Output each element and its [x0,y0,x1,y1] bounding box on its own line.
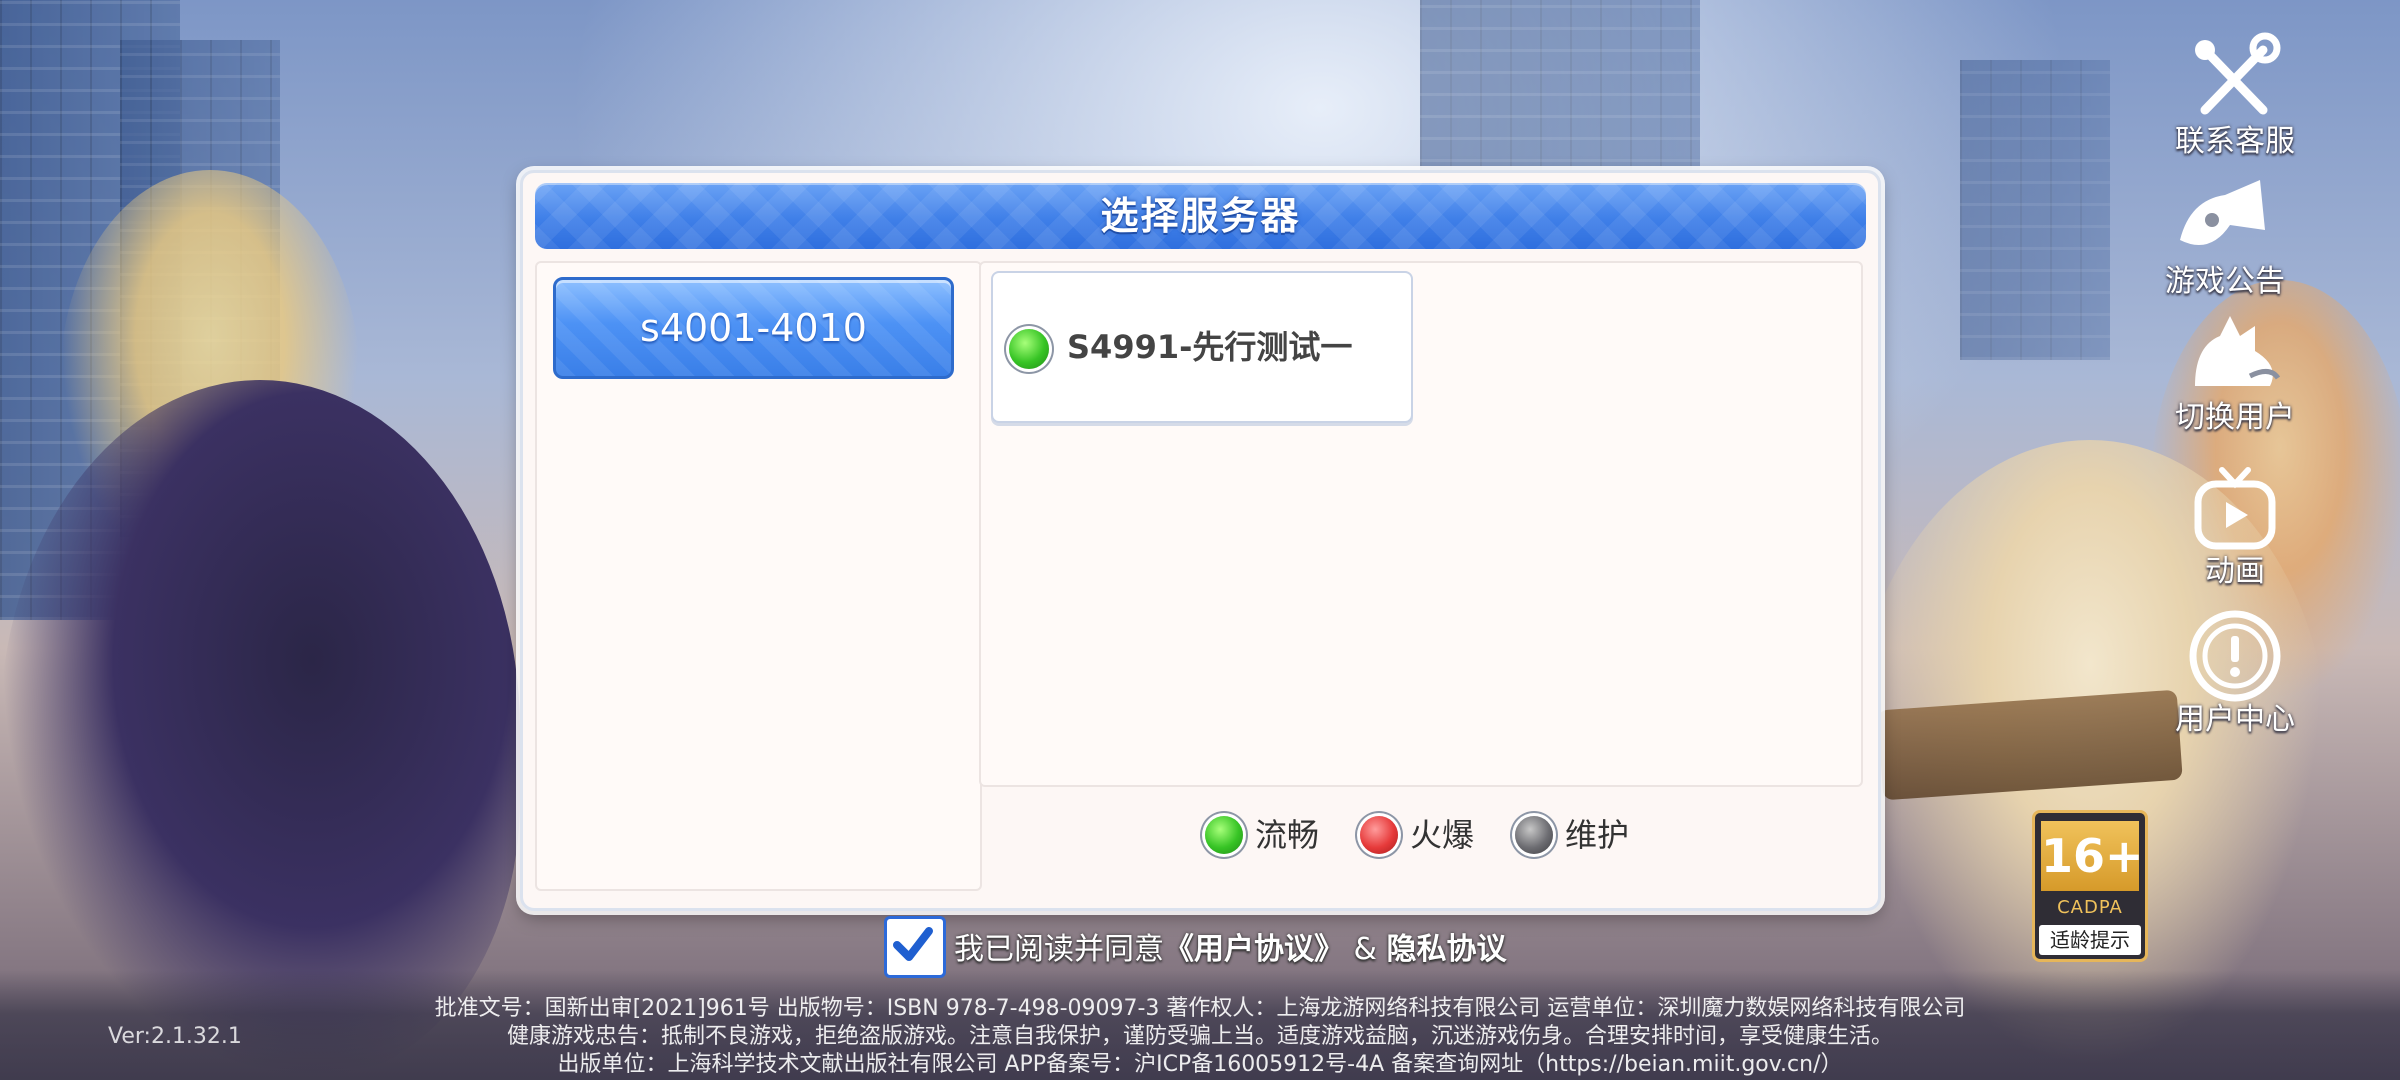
zone-button-label: s4001-4010 [640,306,867,350]
status-green-icon [1009,329,1049,369]
age-rating-badge[interactable]: 16+ CADPA 适龄提示 [2032,810,2148,962]
agreement-row: 我已阅读并同意《用户协议》 & 隐私协议 [884,916,1644,978]
zone-button-s4001-4010[interactable]: s4001-4010 [553,277,954,379]
user-center-button[interactable]: 用户中心 [2150,608,2320,738]
tools-icon [2195,32,2281,115]
alert-circle-icon [2189,610,2281,702]
side-button-label: 用户中心 [2175,702,2295,737]
status-red-icon [1360,816,1398,854]
legend-label: 流畅 [1255,816,1320,854]
age-rating-org: CADPA [2057,897,2123,918]
privacy-policy-link[interactable]: 隐私协议 [1386,932,1506,967]
switch-user-button[interactable]: 切换用户 [2150,306,2320,436]
server-list: S4991-先行测试一 [979,261,1863,787]
agreement-text: 我已阅读并同意《用户协议》 & 隐私协议 [954,924,1506,968]
agreement-amp: & [1344,932,1387,967]
legend-label: 火爆 [1410,816,1475,854]
dialog-title: 选择服务器 [1100,194,1301,238]
background-building [1960,60,2110,360]
age-rating-tip: 适龄提示 [2039,925,2141,955]
announcement-button[interactable]: 游戏公告 [2140,170,2310,300]
status-legend: 流畅 火爆 维护 [979,793,1859,873]
animation-button[interactable]: 动画 [2150,460,2320,590]
side-button-label: 动画 [2205,554,2265,589]
agreement-prefix: 我已阅读并同意 [954,932,1164,967]
side-button-label: 切换用户 [2175,400,2295,435]
tv-play-icon [2194,467,2276,550]
checkmark-icon [893,927,933,961]
agreement-checkbox[interactable] [884,916,946,978]
server-item-s4991[interactable]: S4991-先行测试一 [991,271,1413,423]
status-green-icon [1205,816,1243,854]
side-button-label: 游戏公告 [2165,264,2285,299]
zone-list: s4001-4010 [535,261,982,891]
switch-user-icon [2195,316,2281,386]
server-select-dialog: 选择服务器 s4001-4010 S4991-先行测试一 流畅 火爆 维护 [520,170,1881,911]
dialog-header: 选择服务器 [535,183,1866,249]
legal-line-3: 出版单位：上海科学技术文献出版社有限公司 APP备案号：沪ICP备1600591… [557,1052,1843,1077]
age-rating-number: 16+ [2041,821,2144,891]
customer-service-button[interactable]: 联系客服 [2150,30,2320,160]
status-gray-icon [1515,816,1553,854]
side-button-label: 联系客服 [2175,124,2295,159]
legend-label: 维护 [1565,816,1630,854]
user-agreement-link[interactable]: 《用户协议》 [1164,932,1344,967]
megaphone-icon [2180,180,2265,245]
version-label: Ver:2.1.32.1 [108,1024,242,1049]
server-name: S4991-先行测试一 [1067,328,1353,366]
